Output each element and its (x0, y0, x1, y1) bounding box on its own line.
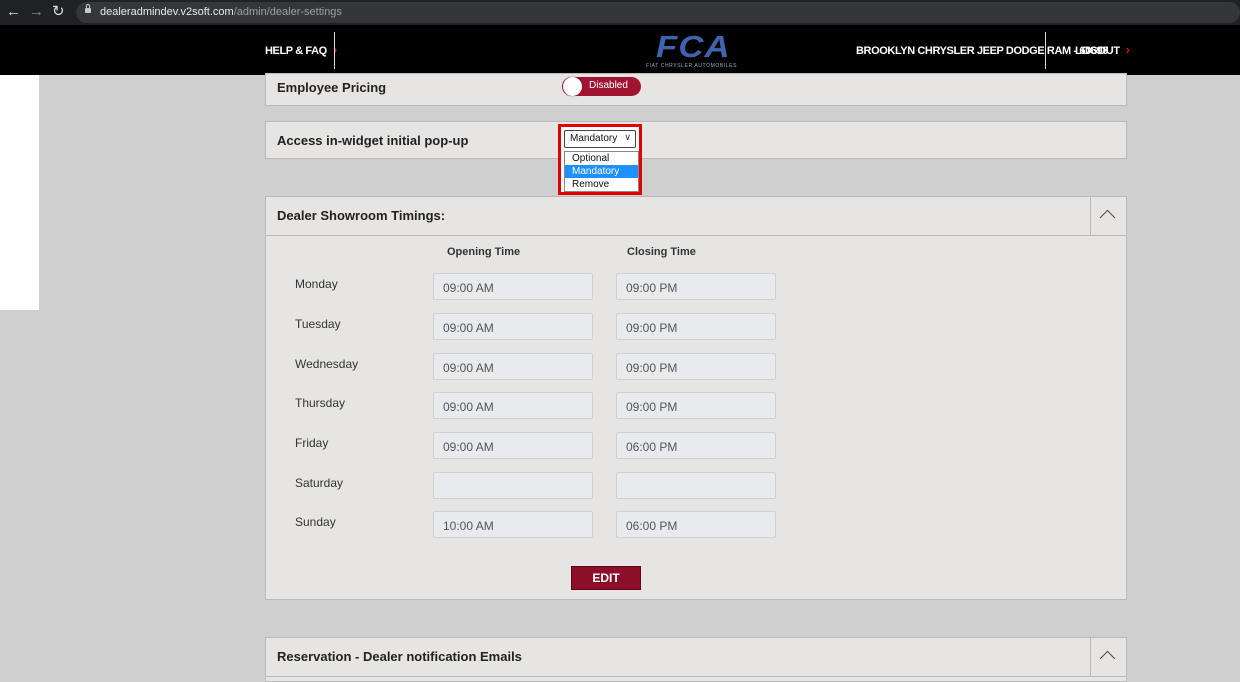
header-divider (1045, 32, 1046, 69)
collapse-button[interactable] (1090, 197, 1126, 235)
showroom-timings-card: Dealer Showroom Timings: Opening Time Cl… (265, 196, 1127, 600)
closing-time-field[interactable]: 09:00 PM (616, 313, 776, 340)
day-label: Thursday (295, 396, 346, 410)
side-panel (0, 75, 39, 310)
logout-label: LOGOUT (1075, 45, 1120, 57)
employee-pricing-label: Employee Pricing (277, 80, 387, 95)
opening-time-field[interactable]: 09:00 AM (433, 313, 593, 340)
collapse-button[interactable] (1090, 638, 1126, 676)
closing-time-field[interactable]: 06:00 PM (616, 432, 776, 459)
section-title: Dealer Showroom Timings: (277, 208, 446, 223)
select-value: Mandatory (570, 133, 618, 144)
lock-icon (85, 4, 91, 13)
chevron-up-icon (1099, 650, 1116, 667)
chevron-up-icon (1099, 209, 1116, 226)
day-label: Tuesday (295, 317, 341, 331)
app-header: HELP & FAQ› FCA FIAT CHRYSLER AUTOMOBILE… (0, 25, 1240, 75)
option-optional[interactable]: Optional (565, 152, 638, 165)
help-faq-label: HELP & FAQ (265, 45, 327, 57)
closing-time-field[interactable]: 06:00 PM (616, 511, 776, 538)
opening-time-field[interactable]: 09:00 AM (433, 353, 593, 380)
chevron-down-icon: ∨ (624, 132, 631, 142)
popup-options-list: Optional Mandatory Remove (564, 151, 639, 192)
option-mandatory[interactable]: Mandatory (565, 165, 638, 178)
dealer-name: BROOKLYN CHRYSLER JEEP DODGE RAM - 60698 (856, 45, 1108, 57)
day-label: Wednesday (295, 357, 359, 371)
opening-time-field[interactable]: 09:00 AM (433, 273, 593, 300)
logout-link[interactable]: LOGOUT › (1075, 42, 1130, 57)
day-label: Sunday (295, 515, 336, 529)
popup-select-highlight: Mandatory ∨ Optional Mandatory Remove (558, 124, 642, 195)
forward-arrow-icon[interactable]: → (29, 3, 44, 21)
option-remove[interactable]: Remove (565, 178, 638, 191)
reservation-emails-header: Reservation - Dealer notification Emails (266, 638, 1126, 677)
opening-time-field[interactable]: 09:00 AM (433, 432, 593, 459)
closing-time-header: Closing Time (627, 246, 696, 258)
closing-time-field[interactable]: 09:00 PM (616, 353, 776, 380)
day-label: Friday (295, 436, 329, 450)
day-label: Saturday (295, 476, 344, 490)
opening-time-header: Opening Time (447, 246, 521, 258)
popup-access-select[interactable]: Mandatory ∨ (564, 130, 636, 148)
toggle-status: Disabled (589, 80, 628, 91)
showroom-timings-header: Dealer Showroom Timings: (266, 197, 1126, 236)
closing-time-field[interactable]: 09:00 PM (616, 392, 776, 419)
opening-time-field[interactable]: 09:00 AM (433, 392, 593, 419)
toggle-knob (563, 77, 582, 96)
back-arrow-icon[interactable]: ← (6, 3, 21, 21)
closing-time-field[interactable] (616, 472, 776, 499)
employee-pricing-toggle[interactable]: Disabled (562, 77, 641, 96)
employee-pricing-row: Employee Pricing Disabled (265, 73, 1127, 106)
opening-time-field[interactable] (433, 472, 593, 499)
popup-access-row: Access in-widget initial pop-up (265, 121, 1127, 159)
reservation-emails-card: Reservation - Dealer notification Emails (265, 637, 1127, 682)
header-divider (334, 32, 335, 69)
chevron-right-icon: › (1125, 42, 1130, 57)
day-label: Monday (295, 277, 338, 291)
fca-logo-subtitle: FIAT CHRYSLER AUTOMOBILES (646, 63, 738, 69)
reload-icon[interactable]: ↻ (52, 3, 65, 21)
url-path: /admin/dealer-settings (233, 6, 342, 18)
url-field[interactable]: dealeradmindev.v2soft.com/admin/dealer-s… (76, 2, 1240, 23)
opening-time-field[interactable]: 10:00 AM (433, 511, 593, 538)
section-title: Reservation - Dealer notification Emails (277, 649, 522, 664)
browser-address-bar: ← → ↻ dealeradmindev.v2soft.com/admin/de… (0, 0, 1240, 25)
fca-logo: FCA (656, 29, 731, 64)
url-host: dealeradmindev.v2soft.com (100, 6, 234, 18)
url-text: dealeradmindev.v2soft.com/admin/dealer-s… (100, 6, 342, 18)
popup-access-label: Access in-widget initial pop-up (277, 133, 469, 148)
help-faq-link[interactable]: HELP & FAQ› (265, 42, 337, 57)
closing-time-field[interactable]: 09:00 PM (616, 273, 776, 300)
edit-button[interactable]: EDIT (571, 566, 641, 590)
